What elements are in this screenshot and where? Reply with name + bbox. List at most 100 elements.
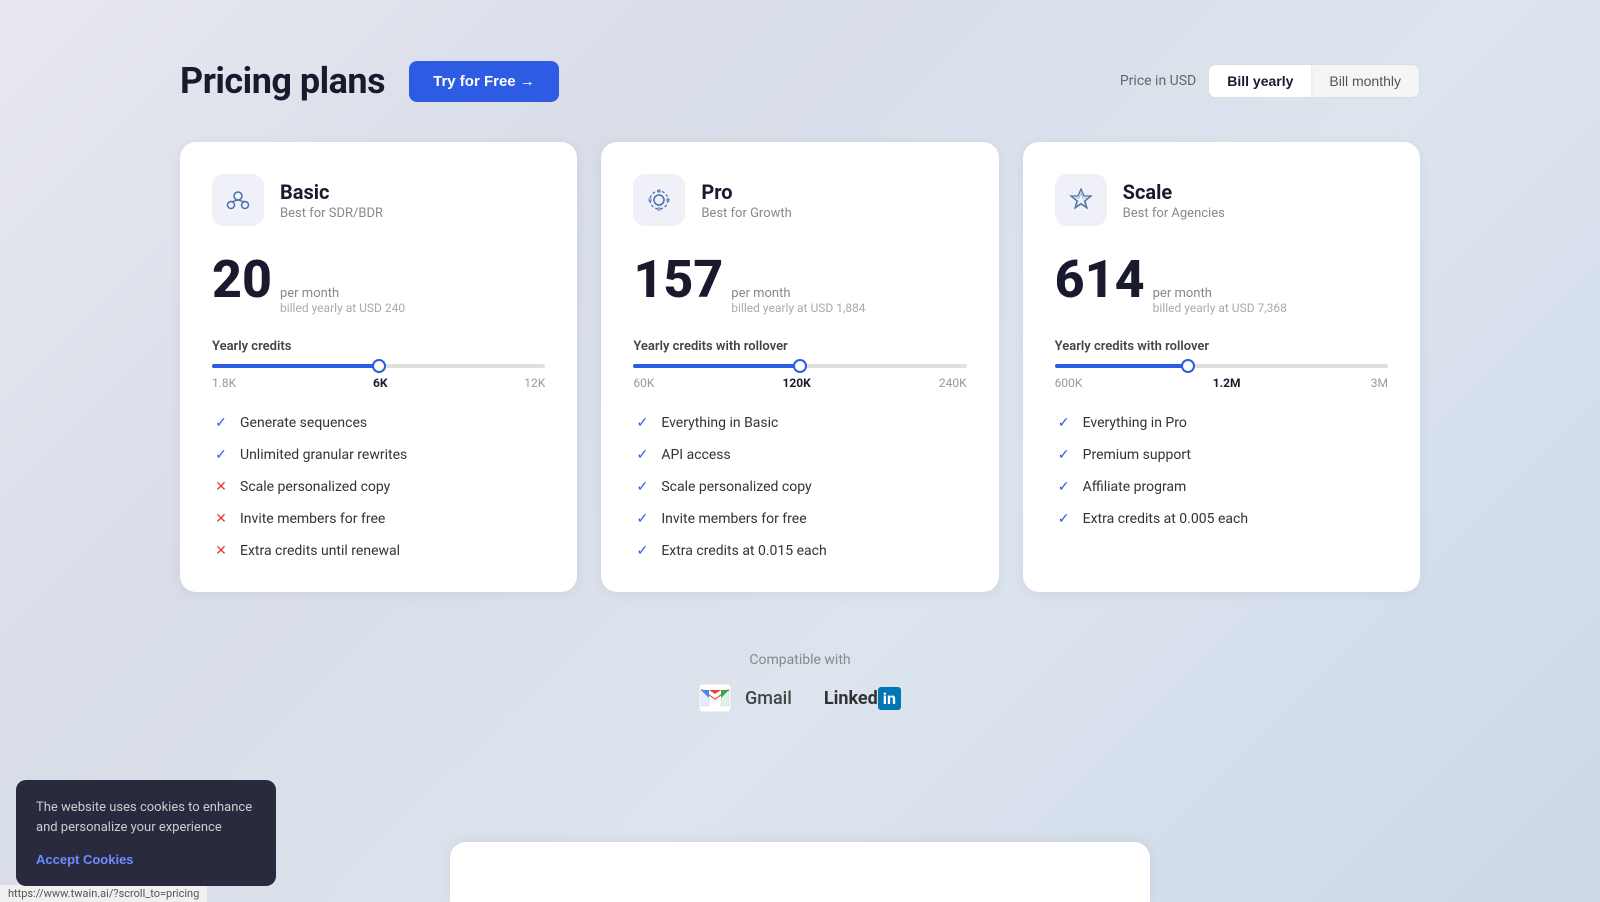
- pro-slider-min: 60K: [633, 376, 654, 390]
- basic-slider[interactable]: [212, 364, 545, 368]
- scale-slider-max: 3M: [1371, 376, 1388, 390]
- basic-plan-card: Basic Best for SDR/BDR 20 per month bill…: [180, 142, 577, 592]
- pro-price-details: per month billed yearly at USD 1,884: [731, 286, 865, 315]
- x-icon: ✕: [212, 542, 230, 560]
- pro-price-row: 157 per month billed yearly at USD 1,884: [633, 254, 966, 315]
- pro-credits-label: Yearly credits with rollover: [633, 339, 966, 354]
- check-icon: ✓: [633, 542, 651, 560]
- bill-monthly-button[interactable]: Bill monthly: [1311, 65, 1419, 97]
- feature-text: Invite members for free: [240, 511, 385, 527]
- basic-slider-mid: 6K: [373, 376, 388, 390]
- scale-price-row: 614 per month billed yearly at USD 7,368: [1055, 254, 1388, 315]
- header-left: Pricing plans Try for Free →: [180, 60, 559, 102]
- basic-slider-thumb[interactable]: [372, 359, 386, 373]
- pro-per-month: per month: [731, 286, 865, 301]
- accept-cookies-button[interactable]: Accept Cookies: [36, 852, 134, 867]
- basic-plan-subtitle: Best for SDR/BDR: [280, 206, 383, 221]
- scale-plan-card: Scale Best for Agencies 614 per month bi…: [1023, 142, 1420, 592]
- scale-card-header: Scale Best for Agencies: [1055, 174, 1388, 226]
- scale-slider-mid: 1.2M: [1213, 376, 1241, 390]
- pro-card-header: Pro Best for Growth: [633, 174, 966, 226]
- check-icon: ✓: [212, 414, 230, 432]
- basic-features-list: ✓ Generate sequences ✓ Unlimited granula…: [212, 414, 545, 560]
- scale-slider[interactable]: [1055, 364, 1388, 368]
- pro-slider[interactable]: [633, 364, 966, 368]
- basic-slider-labels: 1.8K 6K 12K: [212, 376, 545, 390]
- gmail-logo: Gmail: [699, 684, 792, 712]
- feature-text: Extra credits until renewal: [240, 543, 400, 559]
- basic-slider-max: 12K: [524, 376, 545, 390]
- gmail-icon: [699, 684, 731, 712]
- pro-billed-yearly: billed yearly at USD 1,884: [731, 301, 865, 315]
- basic-price-details: per month billed yearly at USD 240: [280, 286, 405, 315]
- x-icon: ✕: [212, 478, 230, 496]
- basic-card-header: Basic Best for SDR/BDR: [212, 174, 545, 226]
- compatible-section: Compatible with Gmail Link: [180, 652, 1420, 712]
- pro-plan-name: Pro: [701, 180, 791, 204]
- scale-slider-labels: 600K 1.2M 3M: [1055, 376, 1388, 390]
- bill-yearly-button[interactable]: Bill yearly: [1209, 65, 1311, 97]
- cookie-banner: The website uses cookies to enhance and …: [16, 780, 276, 886]
- basic-billed-yearly: billed yearly at USD 240: [280, 301, 405, 315]
- list-item: ✕ Invite members for free: [212, 510, 545, 528]
- pro-plan-card: Pro Best for Growth 157 per month billed…: [601, 142, 998, 592]
- basic-price-row: 20 per month billed yearly at USD 240: [212, 254, 545, 315]
- header-right: Price in USD Bill yearly Bill monthly: [1120, 64, 1420, 98]
- scale-per-month: per month: [1153, 286, 1287, 301]
- billing-toggle: Bill yearly Bill monthly: [1208, 64, 1420, 98]
- basic-credits-label: Yearly credits: [212, 339, 545, 354]
- cookie-text: The website uses cookies to enhance and …: [36, 798, 256, 837]
- basic-slider-fill: [212, 364, 379, 368]
- feature-text: Scale personalized copy: [661, 479, 811, 495]
- scale-billed-yearly: billed yearly at USD 7,368: [1153, 301, 1287, 315]
- pro-slider-labels: 60K 120K 240K: [633, 376, 966, 390]
- feature-text: Extra credits at 0.005 each: [1083, 511, 1248, 527]
- pro-credits-section: Yearly credits with rollover 60K 120K 24…: [633, 339, 966, 390]
- pro-slider-thumb[interactable]: [793, 359, 807, 373]
- basic-plan-name-group: Basic Best for SDR/BDR: [280, 180, 383, 221]
- feature-text: Everything in Pro: [1083, 415, 1187, 431]
- check-icon: ✓: [212, 446, 230, 464]
- check-icon: ✓: [633, 446, 651, 464]
- basic-slider-min: 1.8K: [212, 376, 236, 390]
- page-title: Pricing plans: [180, 60, 385, 102]
- scale-plan-name: Scale: [1123, 180, 1225, 204]
- scale-slider-track: [1055, 364, 1388, 368]
- compatible-label: Compatible with: [180, 652, 1420, 668]
- list-item: ✓ Everything in Basic: [633, 414, 966, 432]
- list-item: ✕ Extra credits until renewal: [212, 542, 545, 560]
- pro-price-amount: 157: [633, 254, 723, 306]
- pro-slider-max: 240K: [939, 376, 967, 390]
- feature-text: Everything in Basic: [661, 415, 778, 431]
- feature-text: Invite members for free: [661, 511, 806, 527]
- compatible-logos: Gmail Linked in: [180, 684, 1420, 712]
- list-item: ✓ Unlimited granular rewrites: [212, 446, 545, 464]
- list-item: ✓ Premium support: [1055, 446, 1388, 464]
- x-icon: ✕: [212, 510, 230, 528]
- feature-text: Affiliate program: [1083, 479, 1187, 495]
- scale-credits-label: Yearly credits with rollover: [1055, 339, 1388, 354]
- basic-per-month: per month: [280, 286, 405, 301]
- check-icon: ✓: [1055, 446, 1073, 464]
- check-icon: ✓: [1055, 478, 1073, 496]
- feature-text: API access: [661, 447, 730, 463]
- check-icon: ✓: [1055, 414, 1073, 432]
- basic-plan-name: Basic: [280, 180, 383, 204]
- list-item: ✓ Affiliate program: [1055, 478, 1388, 496]
- linkedin-logo: Linked in: [824, 687, 901, 710]
- check-icon: ✓: [633, 510, 651, 528]
- list-item: ✓ Generate sequences: [212, 414, 545, 432]
- pro-slider-fill: [633, 364, 800, 368]
- try-free-button[interactable]: Try for Free →: [409, 61, 559, 102]
- pro-slider-mid: 120K: [782, 376, 810, 390]
- scale-plan-subtitle: Best for Agencies: [1123, 206, 1225, 221]
- bottom-partial-card: [450, 842, 1150, 902]
- list-item: ✓ Scale personalized copy: [633, 478, 966, 496]
- pro-features-list: ✓ Everything in Basic ✓ API access ✓ Sca…: [633, 414, 966, 560]
- pro-plan-name-group: Pro Best for Growth: [701, 180, 791, 221]
- scale-plan-icon: [1055, 174, 1107, 226]
- list-item: ✕ Scale personalized copy: [212, 478, 545, 496]
- scale-slider-thumb[interactable]: [1181, 359, 1195, 373]
- pro-plan-subtitle: Best for Growth: [701, 206, 791, 221]
- list-item: ✓ Extra credits at 0.015 each: [633, 542, 966, 560]
